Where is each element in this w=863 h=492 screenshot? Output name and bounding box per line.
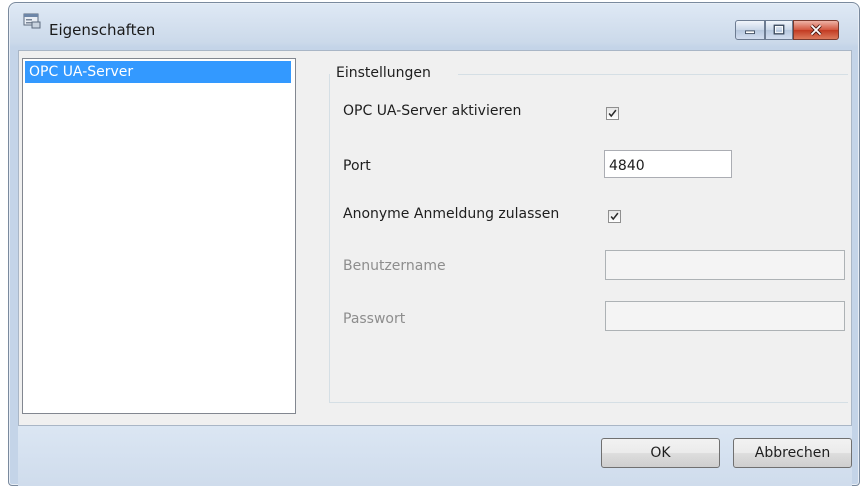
anonymous-login-label: Anonyme Anmeldung zulassen — [343, 206, 560, 222]
close-icon — [810, 24, 822, 36]
group-border-left — [329, 74, 330, 402]
window-title: Eigenschaften — [49, 21, 156, 39]
minimize-icon — [745, 30, 755, 35]
password-label: Passwort — [343, 311, 406, 327]
cancel-button[interactable]: Abbrechen — [733, 438, 852, 468]
ok-button[interactable]: OK — [601, 438, 720, 468]
activate-server-label: OPC UA-Server aktivieren — [343, 103, 522, 119]
username-input[interactable] — [605, 250, 845, 280]
close-button[interactable] — [793, 20, 839, 40]
anonymous-login-checkbox[interactable] — [608, 210, 621, 223]
checkmark-icon — [608, 109, 617, 118]
category-list[interactable]: OPC UA-Server — [22, 58, 296, 414]
group-border-top — [458, 74, 848, 75]
group-border-bottom — [329, 402, 848, 403]
maximize-button[interactable] — [765, 20, 793, 40]
minimize-button[interactable] — [735, 20, 765, 40]
port-input[interactable]: 4840 — [604, 150, 732, 178]
maximize-icon — [773, 24, 785, 35]
dialog-footer — [18, 426, 852, 486]
checkmark-icon — [610, 212, 619, 221]
port-label: Port — [343, 158, 371, 174]
password-input[interactable] — [605, 301, 845, 331]
settings-group-title: Einstellungen — [336, 65, 431, 81]
sidebar-item-opc-ua-server[interactable]: OPC UA-Server — [25, 61, 291, 83]
activate-server-checkbox[interactable] — [606, 107, 619, 120]
username-label: Benutzername — [343, 258, 446, 274]
title-bar[interactable]: Eigenschaften — [9, 3, 859, 45]
properties-window-icon — [23, 13, 41, 29]
